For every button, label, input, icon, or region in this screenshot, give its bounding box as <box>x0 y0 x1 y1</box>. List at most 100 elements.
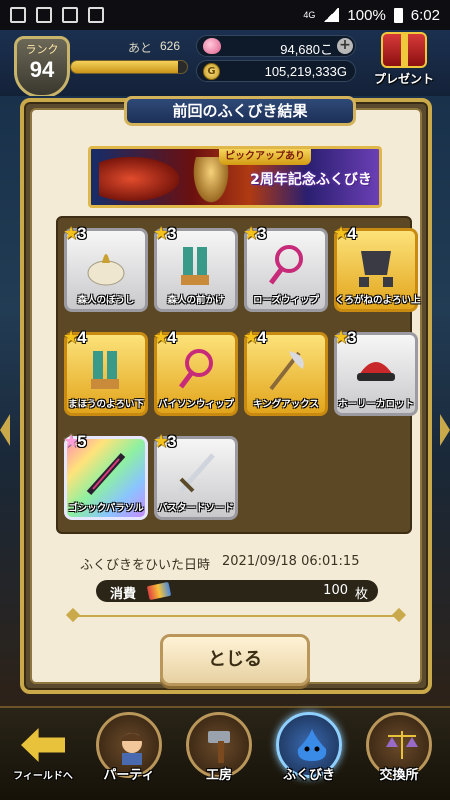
scroll-right-arrow-icon <box>440 414 450 446</box>
star-count: 3 <box>167 431 177 451</box>
rarity-stars: ★ 3 <box>63 223 87 244</box>
battery-icon <box>393 7 403 23</box>
result-item[interactable]: ★ 3 森人のぼうし <box>63 223 148 312</box>
gacha-banner: ピックアップあり 2周年記念ふくびき <box>88 146 382 208</box>
gift-box-icon <box>381 32 427 68</box>
rarity-stars: ★ 3 <box>243 223 267 244</box>
draw-datetime-row: ふくびきをひいた日時 2021/09/18 06:01:15 <box>80 554 400 573</box>
whip-icon <box>269 245 303 285</box>
bottom-nav: フィールドへ パーティ 工房 ふくびき 交換所 <box>0 706 450 800</box>
gold-coin-icon: G <box>203 63 220 80</box>
result-item[interactable]: ★ 3 ローズウィップ <box>243 223 328 312</box>
cost-value: 100 <box>323 583 348 598</box>
leg-armor-icon <box>181 247 209 285</box>
close-button[interactable]: とじる <box>160 634 310 686</box>
nav-gacha-button[interactable]: ふくびき <box>268 712 350 798</box>
ornamental-divider <box>65 607 407 623</box>
leg-armor-icon <box>91 351 119 389</box>
hat-icon <box>87 254 125 286</box>
usb-notification-icon <box>36 7 52 23</box>
result-item[interactable]: ★ 4 キングアックス <box>243 327 328 416</box>
exp-remaining-label: あと <box>128 41 153 55</box>
star-count: 4 <box>167 327 177 347</box>
result-item[interactable]: ★ 4 まほうのよろい下 <box>63 327 148 416</box>
rarity-stars: ★ 5 <box>63 431 87 452</box>
cost-label: 消費 <box>110 587 137 602</box>
rarity-stars: ★ 4 <box>153 327 177 348</box>
exp-remaining-value: 626 <box>160 39 181 53</box>
item-name: まほうのよろい下 <box>67 399 144 410</box>
clock: 6:02 <box>410 6 440 24</box>
nav-gacha-label: ふくびき <box>282 768 335 783</box>
nav-exchange-button[interactable]: 交換所 <box>358 712 440 798</box>
axe-icon <box>269 351 304 391</box>
play-store-icon <box>88 7 104 23</box>
result-item[interactable]: ★ 4 くろがねのよろい上 <box>333 223 421 312</box>
result-grid: ★ 3 森人のぼうし ★ 3 森人の前かけ ★ 3 ローズウィップ ★ 4 くろがねのよろい上 ★ 4 まほ… <box>56 216 421 534</box>
sword-icon <box>179 453 215 493</box>
star-count: 3 <box>77 223 87 243</box>
divider-right-diamond <box>391 607 407 623</box>
rarity-stars: ★ 3 <box>153 223 177 244</box>
result-item[interactable]: ★ 5 ゴシックパラソル <box>63 431 148 520</box>
parasol-icon <box>86 452 126 495</box>
cost-unit: 枚 <box>354 587 368 602</box>
star-count: 3 <box>257 223 267 243</box>
nav-exchange-label: 交換所 <box>379 768 419 783</box>
star-count: 4 <box>347 223 357 243</box>
rank-label: ランク <box>25 43 59 56</box>
item-name: ローズウィップ <box>252 295 320 306</box>
divider-line <box>78 615 394 617</box>
whip-icon <box>179 349 213 389</box>
item-name: ゴシックパラソル <box>68 503 144 514</box>
rarity-stars: ★ 3 <box>153 431 177 452</box>
star-count: 4 <box>257 327 267 347</box>
nav-workshop-label: 工房 <box>205 768 232 783</box>
dragon-illustration <box>99 157 179 201</box>
gem-icon <box>203 38 221 54</box>
rarity-stars: ★ 3 <box>333 327 357 348</box>
result-item[interactable]: ★ 3 森人の前かけ <box>153 223 238 312</box>
star-count: 3 <box>167 223 177 243</box>
top-hud: ランク 94 あと 626 94,680こ + G 105,219,333G プ… <box>0 30 450 98</box>
gems-counter: 94,680こ + <box>196 35 356 57</box>
dialog-title-bar: 前回のふくびき結果 <box>124 96 356 126</box>
nav-workshop-button[interactable]: 工房 <box>178 712 260 798</box>
field-arrow-icon <box>21 728 65 762</box>
buy-gems-button[interactable]: + <box>337 38 353 54</box>
result-item[interactable]: ★ 4 パイソンウィップ <box>153 327 238 416</box>
rarity-stars: ★ 4 <box>243 327 267 348</box>
rank-value: 94 <box>29 57 55 82</box>
pickup-tag: ピックアップあり <box>219 149 311 165</box>
ticket-icon <box>146 581 172 601</box>
field-label: フィールドへ <box>13 771 73 782</box>
present-button[interactable]: プレゼント <box>364 32 444 92</box>
status-bar: 4G 100% 6:02 <box>0 0 450 30</box>
hammer-icon <box>208 731 230 763</box>
party-character-icon <box>120 733 144 765</box>
item-name: くろがねのよろい上 <box>335 295 421 306</box>
star-count: 4 <box>77 327 87 347</box>
rarity-stars: ★ 4 <box>63 327 87 348</box>
rarity-stars: ★ 4 <box>333 223 357 244</box>
chest-armor-icon <box>359 251 393 287</box>
result-item[interactable]: ★ 3 ホーリーカロット <box>333 327 418 416</box>
field-button[interactable]: フィールドへ <box>8 722 78 792</box>
gallery-notification-icon <box>10 7 26 23</box>
battery-percent: 100% <box>347 6 386 24</box>
item-name: パイソンウィップ <box>157 399 234 410</box>
dialog-body: 前回のふくびき結果 ピックアップあり 2周年記念ふくびき ★ 3 森人のぼうし ★ 3 森… <box>30 96 422 686</box>
gems-value: 94,680こ <box>280 42 333 57</box>
result-item[interactable]: ★ 3 バスタードソード <box>153 431 238 520</box>
scales-icon <box>386 731 418 759</box>
nav-party-label: パーティ <box>103 768 155 783</box>
present-label: プレゼント <box>373 72 434 86</box>
gold-value: 105,219,333G <box>264 64 347 79</box>
nav-party-button[interactable]: パーティ <box>88 712 170 798</box>
network-type: 4G <box>303 10 316 20</box>
draw-datetime-value: 2021/09/18 06:01:15 <box>222 554 360 569</box>
cap-icon <box>357 362 395 381</box>
star-count: 5 <box>77 431 87 451</box>
scroll-left-arrow-icon <box>0 414 10 446</box>
star-count: 3 <box>347 327 357 347</box>
